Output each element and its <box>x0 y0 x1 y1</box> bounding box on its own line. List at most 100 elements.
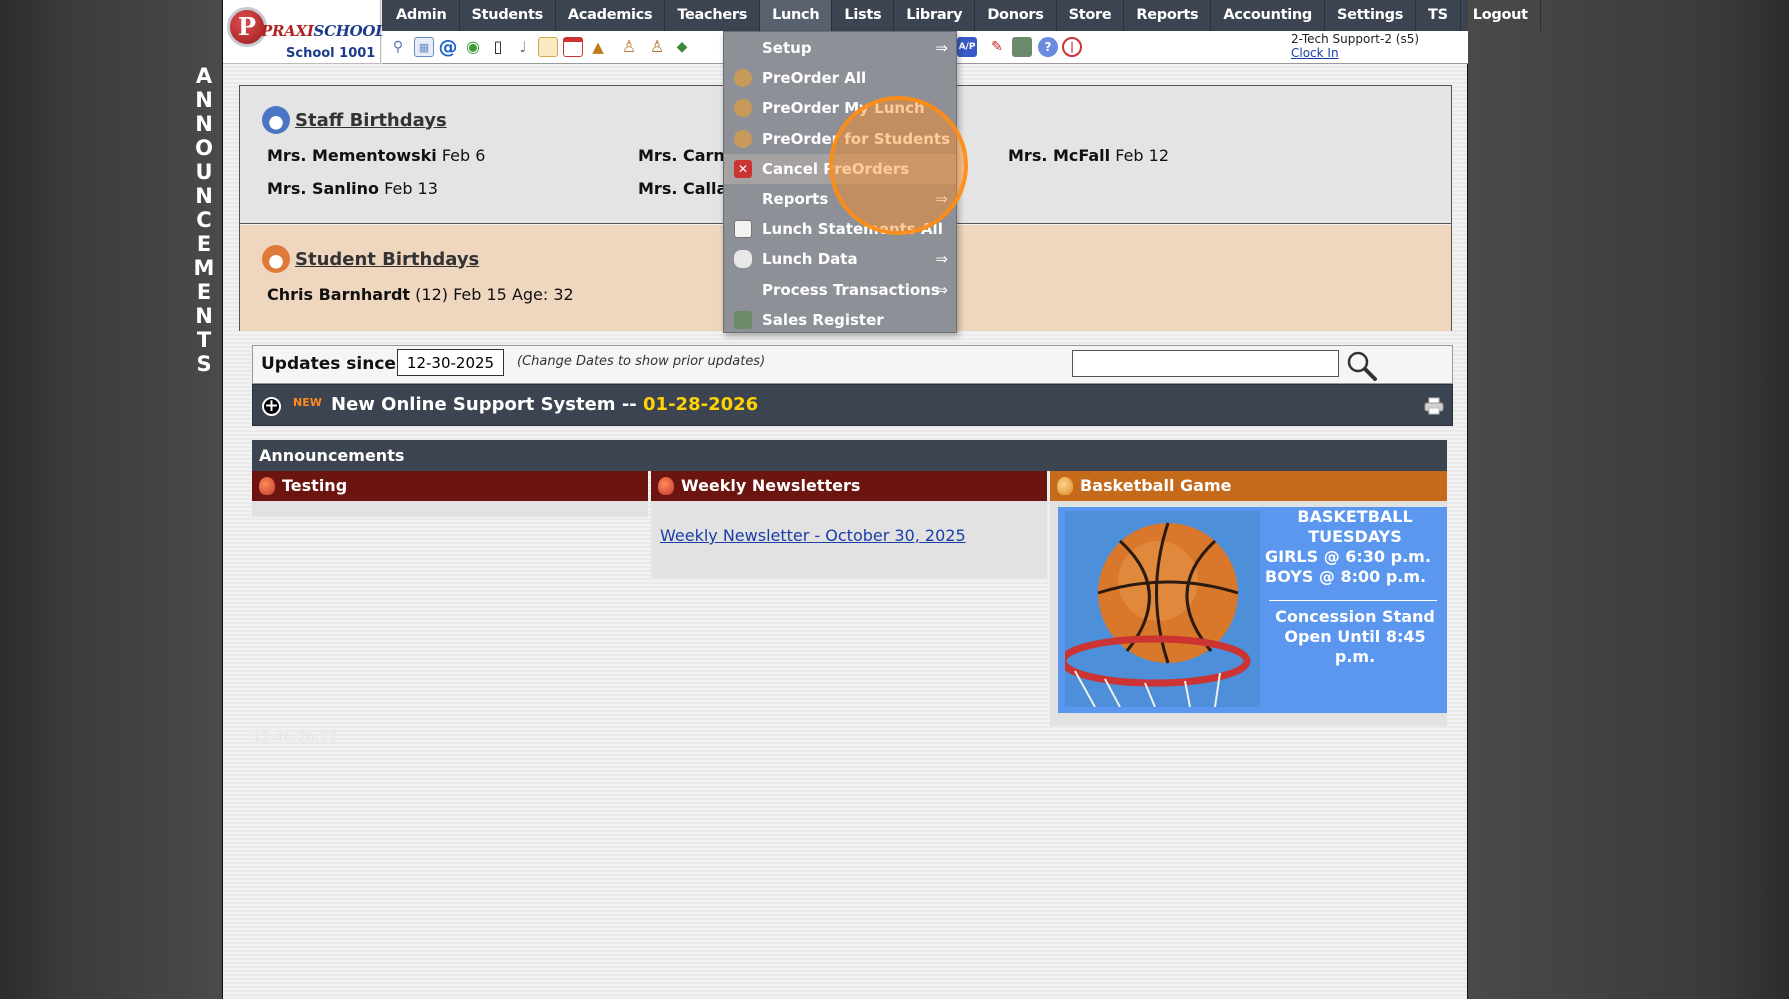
updates-date-input[interactable] <box>397 349 504 376</box>
cake-icon <box>262 106 290 134</box>
menu-item-process-transactions[interactable]: Process Transactions ⇒ <box>724 275 956 305</box>
nav-academics[interactable]: Academics <box>556 0 666 31</box>
menu-item-setup[interactable]: Setup ⇒ <box>724 33 956 63</box>
basketball-image <box>1065 511 1260 707</box>
announcement-column-body <box>252 501 648 517</box>
database-icon <box>734 250 752 269</box>
school-name: School 1001 <box>286 46 376 61</box>
teacher-icon[interactable]: ♙ <box>619 37 639 57</box>
student-birthdays-title[interactable]: Student Birthdays <box>262 245 479 273</box>
menu-item-label: Reports <box>762 190 829 208</box>
click-indicator <box>829 96 968 235</box>
nav-store[interactable]: Store <box>1057 0 1125 31</box>
person-icon <box>734 129 752 148</box>
faint-timestamp: 12:46:26:32 <box>252 730 338 746</box>
newsletter-link[interactable]: Weekly Newsletter - October 30, 2025 <box>660 526 966 545</box>
vertical-letter: S <box>196 352 212 376</box>
speaker-icon[interactable]: ♩ <box>513 37 533 57</box>
logo-brand: PRAXISCHOOL <box>261 22 386 40</box>
nav-settings[interactable]: Settings <box>1325 0 1417 31</box>
form-icon[interactable] <box>538 37 558 57</box>
support-announcement-row[interactable]: + NEW New Online Support System -- 01-28… <box>252 384 1453 426</box>
expand-icon[interactable]: + <box>262 397 281 416</box>
nav-reports[interactable]: Reports <box>1124 0 1212 31</box>
staff-birthday-entry: Mrs. Sanlino Feb 13 <box>267 179 438 198</box>
updates-label: Updates since: <box>261 354 403 374</box>
vertical-letter: A <box>195 64 213 88</box>
menu-item-preorder-all[interactable]: PreOrder All <box>724 63 956 93</box>
announcement-column-newsletters: Weekly Newsletters <box>651 471 1047 501</box>
search-icon[interactable] <box>1344 348 1378 382</box>
menu-item-lunch-data[interactable]: Lunch Data ⇒ <box>724 244 956 274</box>
page: P PRAXISCHOOL School 1001 Admin Students A… <box>222 0 1541 999</box>
nav-students[interactable]: Students <box>460 0 556 31</box>
search-input[interactable] <box>1072 350 1339 377</box>
ap-icon[interactable]: A/P <box>957 37 977 57</box>
nav-teachers[interactable]: Teachers <box>665 0 761 31</box>
vertical-letter: N <box>195 304 213 328</box>
basketball-flyer-text: BASKETBALL TUESDAYS GIRLS @ 6:30 p.m. BO… <box>1263 507 1447 667</box>
menu-item-label: Process Transactions <box>762 280 940 299</box>
balloon-icon <box>1057 477 1073 495</box>
vertical-letter: C <box>196 208 212 232</box>
updates-bar: Updates since: (Change Dates to show pri… <box>252 345 1453 384</box>
email-icon[interactable]: @ <box>438 37 458 57</box>
submenu-arrow-icon: ⇒ <box>935 39 948 57</box>
clock-in-link[interactable]: Clock In <box>1291 46 1419 60</box>
staff-birthday-entry: Mrs. McFall Feb 12 <box>1008 146 1170 165</box>
chat-icon[interactable]: ◉ <box>463 37 483 57</box>
nav-logout[interactable]: Logout <box>1461 0 1541 31</box>
vertical-letter: E <box>196 232 212 256</box>
nav-accounting[interactable]: Accounting <box>1211 0 1325 31</box>
main-nav: Admin Students Academics Teachers Lunch Lists… <box>382 0 1541 31</box>
x-icon: ✕ <box>734 159 752 178</box>
support-date: 01-28-2026 <box>643 394 759 415</box>
user-info: 2-Tech Support-2 (s5) Clock In <box>1291 32 1419 60</box>
staff-birthday-entry: Mrs. Carna <box>638 146 736 165</box>
vertical-letter: M <box>193 256 215 280</box>
announcement-column-basketball: Basketball Game <box>1050 471 1447 501</box>
vertical-letter: N <box>195 184 213 208</box>
cash-register-icon[interactable] <box>1012 37 1032 57</box>
student-icon[interactable]: ♙ <box>647 37 667 57</box>
user-name: 2-Tech Support-2 (s5) <box>1291 32 1420 46</box>
pdf-icon[interactable]: ✎ <box>987 37 1007 57</box>
nav-lists[interactable]: Lists <box>832 0 895 31</box>
megaphone-icon[interactable]: ▲ <box>588 37 608 57</box>
search-icon[interactable]: ⚲ <box>388 37 408 57</box>
announcements-header: Announcements <box>252 440 1447 471</box>
menu-item-label: Lunch Data <box>762 250 858 269</box>
balloon-icon <box>658 477 674 495</box>
staff-birthday-entry: Mrs. Calla <box>638 179 728 198</box>
vertical-letter: O <box>195 136 213 160</box>
vertical-letter: U <box>195 160 213 184</box>
menu-item-label: Sales Register <box>762 310 884 329</box>
menu-item-label: PreOrder All <box>762 69 867 88</box>
balloon-icon <box>259 477 275 495</box>
phone-icon[interactable]: ▯ <box>488 37 508 57</box>
nav-donors[interactable]: Donors <box>975 0 1057 31</box>
help-icon[interactable]: ? <box>1038 37 1058 57</box>
grid-icon[interactable]: ▦ <box>414 37 434 57</box>
submenu-arrow-icon: ⇒ <box>935 250 948 269</box>
new-badge: NEW <box>293 396 322 409</box>
menu-item-sales-register[interactable]: Sales Register <box>724 305 956 335</box>
support-title: New Online Support System -- 01-28-2026 <box>331 394 759 415</box>
nav-library[interactable]: Library <box>894 0 976 31</box>
student-birthday-entry: Chris Barnhardt (12) Feb 15 Age: 32 <box>267 285 574 304</box>
menu-item-label: Setup <box>762 39 812 57</box>
statement-icon <box>734 220 752 239</box>
printer-icon[interactable] <box>1424 397 1444 415</box>
vertical-letter: E <box>196 280 212 304</box>
logo[interactable]: P PRAXISCHOOL School 1001 <box>223 0 386 64</box>
person-icon <box>734 99 752 118</box>
calendar-icon[interactable] <box>563 37 583 57</box>
announcement-column-testing: Testing <box>252 471 648 501</box>
nav-admin[interactable]: Admin <box>384 0 460 31</box>
power-icon[interactable]: | <box>1062 37 1082 57</box>
nav-lunch[interactable]: Lunch <box>760 0 833 31</box>
money-icon[interactable]: ◆ <box>672 37 692 57</box>
nav-ts[interactable]: TS <box>1416 0 1461 31</box>
staff-birthdays-title[interactable]: Staff Birthdays <box>262 106 447 134</box>
person-icon <box>734 69 752 88</box>
